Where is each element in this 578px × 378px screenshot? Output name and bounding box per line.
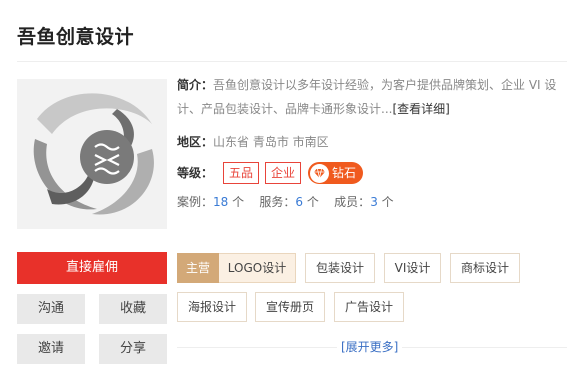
main-service-tag[interactable]: 主营 LOGO设计 bbox=[177, 253, 296, 283]
page-title: 吾鱼创意设计 bbox=[17, 26, 135, 48]
intro-text: 吾鱼创意设计以多年设计经验，为客户提供品牌策划、企业 VI 设计、产品包装设计、… bbox=[177, 78, 557, 116]
category-vi[interactable]: VI设计 bbox=[384, 253, 441, 283]
level-tag-grade: 五品 bbox=[223, 162, 260, 184]
stats-row: 案例：18 个 服务：6 个 成员：3 个 bbox=[177, 190, 394, 214]
studio-logo[interactable] bbox=[17, 79, 167, 229]
category-packaging[interactable]: 包装设计 bbox=[305, 253, 375, 283]
favorite-button[interactable]: 收藏 bbox=[99, 294, 167, 324]
category-trademark[interactable]: 商标设计 bbox=[450, 253, 520, 283]
service-label: 服务： bbox=[259, 195, 296, 209]
chat-button[interactable]: 沟通 bbox=[17, 294, 85, 324]
diamond-label: 钻石 bbox=[332, 166, 357, 180]
view-detail-link[interactable]: [查看详细] bbox=[392, 102, 449, 116]
expand-more-link[interactable]: [展开更多] bbox=[337, 340, 403, 354]
region-row: 地区：山东省 青岛市 市南区 bbox=[177, 130, 329, 154]
intro-label: 简介： bbox=[177, 78, 214, 92]
hire-button[interactable]: 直接雇佣 bbox=[17, 252, 167, 284]
region-value: 山东省 青岛市 市南区 bbox=[213, 135, 329, 149]
diamond-icon bbox=[310, 163, 330, 183]
level-tag-enterprise: 企业 bbox=[265, 162, 302, 184]
members-count[interactable]: 3 bbox=[370, 195, 378, 209]
region-label: 地区： bbox=[177, 135, 214, 149]
members-label: 成员： bbox=[334, 195, 371, 209]
intro-row: 简介：吾鱼创意设计以多年设计经验，为客户提供品牌策划、企业 VI 设计、产品包装… bbox=[177, 73, 567, 121]
members-unit: 个 bbox=[381, 195, 394, 209]
cases-count[interactable]: 18 bbox=[213, 195, 228, 209]
cases-label: 案例： bbox=[177, 195, 214, 209]
category-advertising[interactable]: 广告设计 bbox=[334, 292, 404, 322]
invite-button[interactable]: 邀请 bbox=[17, 334, 85, 364]
category-brochure[interactable]: 宣传册页 bbox=[255, 292, 325, 322]
service-unit: 个 bbox=[306, 195, 319, 209]
service-count[interactable]: 6 bbox=[295, 195, 303, 209]
fish-logo-icon bbox=[17, 79, 167, 229]
category-poster[interactable]: 海报设计 bbox=[177, 292, 247, 322]
diamond-badge: 钻石 bbox=[308, 162, 364, 184]
main-service-head: 主营 bbox=[177, 253, 219, 283]
main-service-label: LOGO设计 bbox=[227, 261, 287, 275]
level-row: 等级： 五品 企业 钻石 bbox=[177, 161, 364, 185]
share-button[interactable]: 分享 bbox=[99, 334, 167, 364]
cases-unit: 个 bbox=[232, 195, 245, 209]
level-label: 等级： bbox=[177, 166, 214, 180]
divider bbox=[17, 61, 567, 62]
